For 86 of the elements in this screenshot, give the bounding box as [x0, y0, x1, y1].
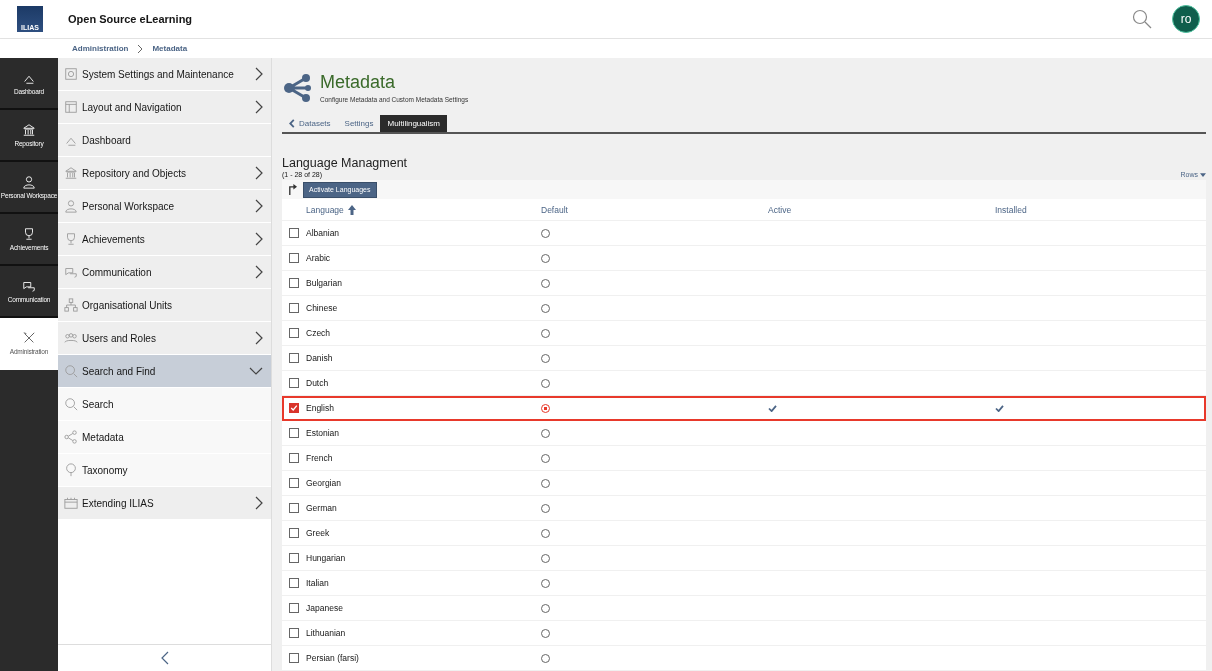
back-link[interactable]: Datasets	[282, 115, 338, 132]
row-checkbox[interactable]	[289, 303, 299, 313]
language-name: Dutch	[306, 378, 329, 388]
row-checkbox[interactable]	[289, 603, 299, 613]
row-checkbox[interactable]	[289, 278, 299, 288]
row-checkbox[interactable]	[289, 628, 299, 638]
sidebar-item[interactable]: Layout and Navigation	[58, 91, 271, 124]
share-icon	[282, 72, 312, 103]
sidebar-item[interactable]: Users and Roles	[58, 322, 271, 355]
row-checkbox[interactable]	[289, 228, 299, 238]
row-checkbox[interactable]	[289, 528, 299, 538]
hierarchy-icon	[64, 298, 78, 312]
sidebar-item[interactable]: Organisational Units	[58, 289, 271, 322]
column-header[interactable]: Language	[306, 204, 533, 215]
chevron-left-icon	[289, 119, 295, 128]
language-name: Bulgarian	[306, 278, 342, 288]
language-name: Greek	[306, 528, 330, 538]
site-title: Open Source eLearning	[68, 13, 193, 25]
language-name: Persian (farsi)	[306, 653, 359, 663]
language-name: Danish	[306, 353, 333, 363]
row-checkbox[interactable]	[289, 353, 299, 363]
row-checkbox[interactable]	[289, 328, 299, 338]
default-radio[interactable]	[541, 403, 550, 413]
language-name: German	[306, 503, 337, 513]
users-icon	[64, 331, 78, 345]
box-icon	[64, 496, 78, 510]
language-name: Albanian	[306, 228, 340, 238]
language-name: Estonian	[306, 428, 340, 438]
language-name: Hungarian	[306, 553, 346, 563]
row-checkbox[interactable]	[289, 453, 299, 463]
sidebar-item[interactable]: Communication	[58, 256, 271, 289]
row-checkbox[interactable]	[289, 403, 299, 413]
language-name: Lithuanian	[306, 628, 346, 638]
search-icon[interactable]	[1132, 9, 1152, 29]
caret-icon	[1200, 172, 1206, 177]
sidebar-item[interactable]: Taxonomy	[58, 454, 271, 487]
language-name: Chinese	[306, 303, 338, 313]
table-title: Language Managment	[282, 156, 408, 170]
page-title: Metadata	[320, 72, 397, 93]
row-checkbox[interactable]	[289, 378, 299, 388]
layout-icon	[64, 100, 78, 114]
sidebar-item[interactable]: Search	[58, 388, 271, 421]
language-name: French	[306, 453, 333, 463]
column-header[interactable]: Installed	[995, 204, 1206, 215]
trophy-icon	[22, 226, 36, 241]
row-checkbox[interactable]	[289, 478, 299, 488]
trophy-icon	[64, 232, 78, 246]
language-name: English	[306, 403, 334, 413]
row-checkbox[interactable]	[289, 653, 299, 663]
building-icon	[22, 122, 36, 137]
search-icon	[64, 364, 78, 378]
row-checkbox[interactable]	[289, 428, 299, 438]
share-icon	[64, 430, 78, 444]
breadcrumb-link[interactable]: Administration	[72, 44, 129, 53]
language-name: Japanese	[306, 603, 343, 613]
row-checkbox[interactable]	[289, 503, 299, 513]
search-icon	[64, 397, 78, 411]
sidebar-item[interactable]: Repository and Objects	[58, 157, 271, 190]
tab[interactable]: Settings	[337, 115, 381, 132]
user-avatar[interactable]: ro	[1172, 5, 1200, 33]
sidebar-item[interactable]: Personal Workspace	[58, 190, 271, 223]
sidebar-item[interactable]: System Settings and Maintenance	[58, 58, 271, 91]
person-icon	[64, 199, 78, 213]
sidebar-item[interactable]: Metadata	[58, 421, 271, 454]
sidebar-item[interactable]: Achievements	[58, 223, 271, 256]
gear-icon	[64, 67, 78, 81]
column-header[interactable]: Active	[768, 204, 995, 215]
language-name: Czech	[306, 328, 331, 338]
tab[interactable]: Multilingualism	[380, 115, 447, 132]
row-checkbox[interactable]	[289, 578, 299, 588]
chat-icon	[64, 265, 78, 279]
breadcrumb-link[interactable]: Metadata	[152, 44, 188, 53]
language-name: Arabic	[306, 253, 331, 263]
row-checkbox[interactable]	[289, 253, 299, 263]
corner-arrow-icon	[288, 184, 297, 195]
person-icon	[22, 174, 36, 189]
sidebar-item[interactable]: Search and Find	[58, 355, 271, 388]
collapse-icon[interactable]	[160, 651, 169, 665]
sidebar-item[interactable]: Dashboard	[58, 124, 271, 157]
chevron-icon	[137, 43, 144, 54]
building-icon	[64, 166, 78, 180]
row-checkbox[interactable]	[289, 553, 299, 563]
column-header[interactable]: Default	[533, 204, 768, 215]
language-name: Italian	[306, 578, 329, 588]
language-name: Georgian	[306, 478, 341, 488]
sidebar-item[interactable]: Extending ILIAS	[58, 487, 271, 520]
